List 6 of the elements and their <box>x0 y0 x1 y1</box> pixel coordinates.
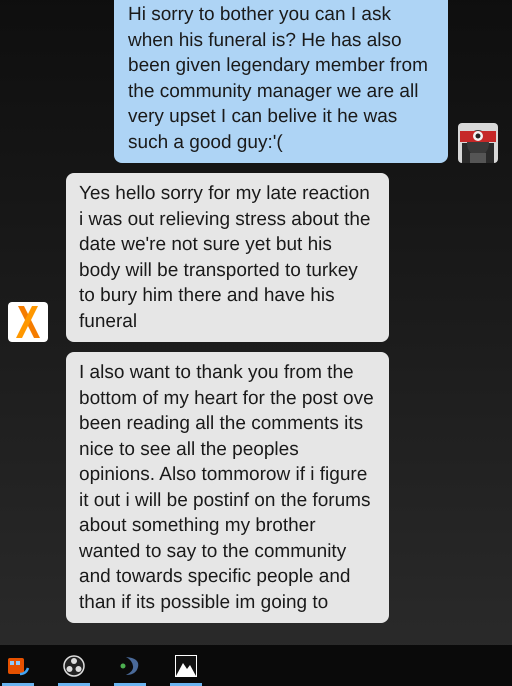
received-message-bubble: Yes hello sorry for my late reaction i was out relieving stress about the date we're not sure yet but his body will be transported to turkey to bury him there and have his funeral <box>66 173 389 342</box>
ribbon-icon <box>8 302 48 342</box>
sent-message-bubble: Hi sorry to bother you can I ask when his funeral is? He has also been given legendary member from the community manager we are all very upset I can belive it he was such a good guy:'( <box>114 0 448 163</box>
received-message-bubble: I also want to thank you from the bottom of my heart for the post ove been reading all the comments its nice to see all the peoples opinions. Also tommorow if i figure it out i will be postinf on the forums about something my brother wanted to say to the community and towards specific people and than if its possible im going to <box>66 352 389 623</box>
image-icon[interactable] <box>175 654 197 676</box>
aperture-icon[interactable] <box>62 654 86 678</box>
